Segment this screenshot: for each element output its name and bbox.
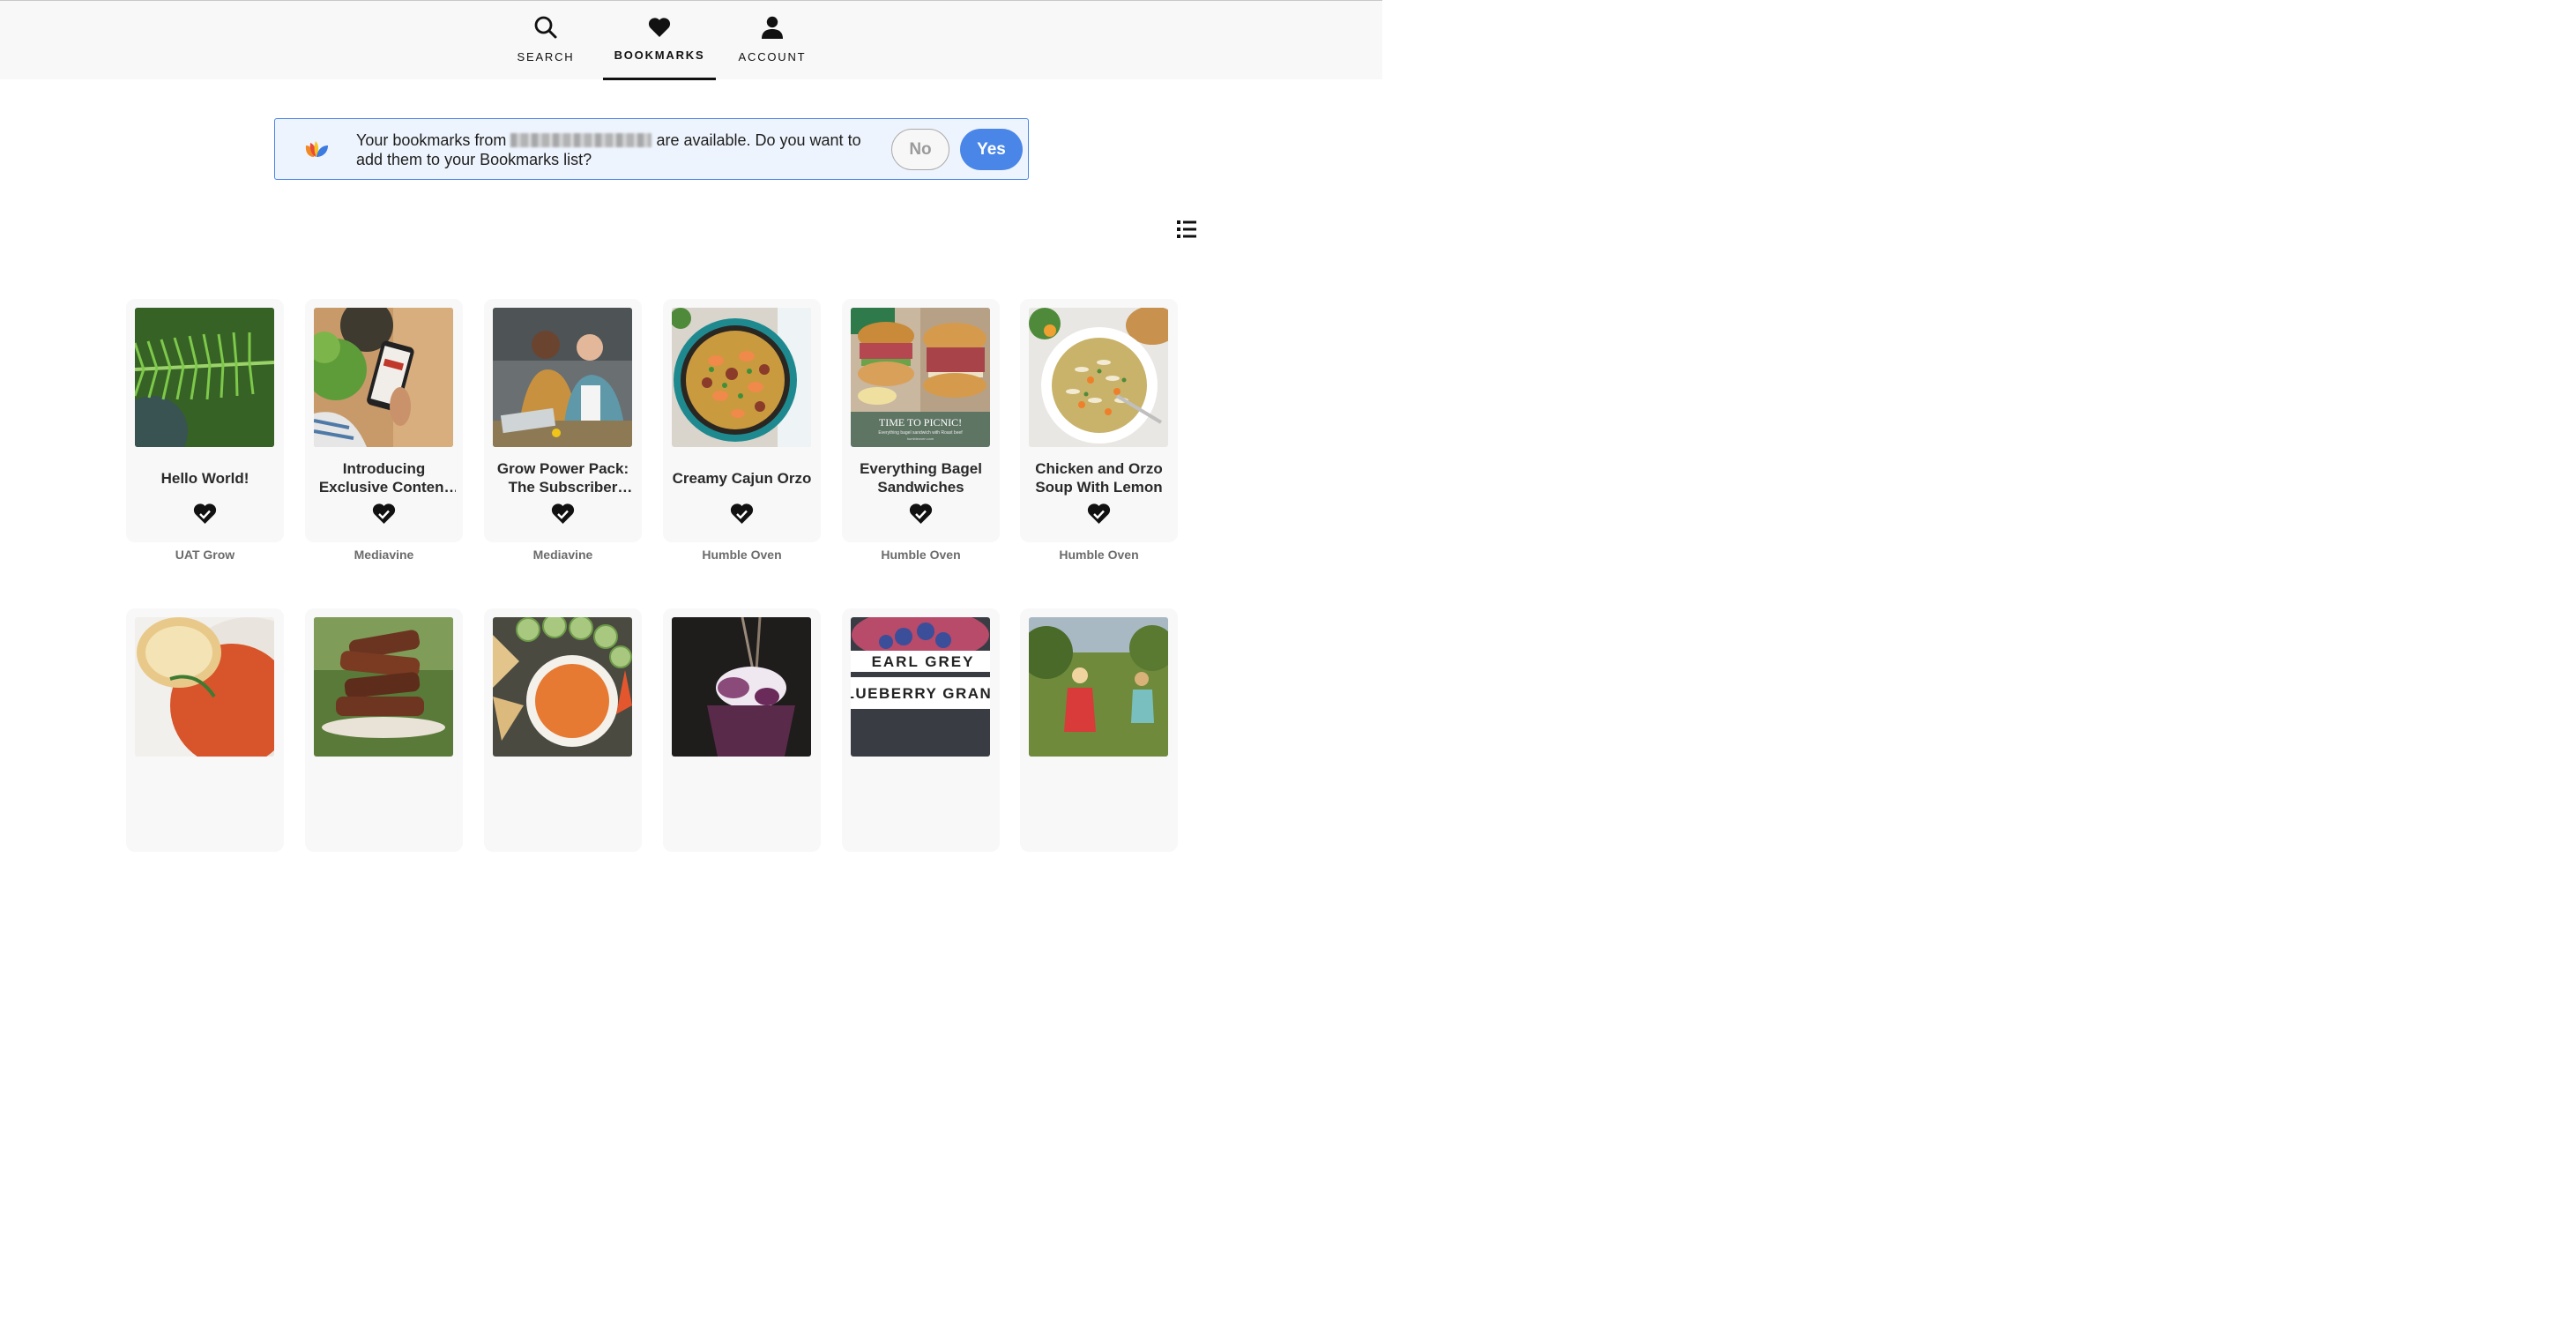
bookmark-card[interactable]: Chicken and Orzo Soup With Lemon — [1020, 299, 1178, 542]
bookmark-card[interactable] — [663, 608, 821, 852]
fern-thumbnail — [135, 308, 274, 447]
berry-ice-cream-thumbnail — [672, 617, 811, 757]
tab-account[interactable]: ACCOUNT — [716, 1, 829, 79]
redacted-site-name — [510, 133, 652, 147]
card-source: Mediavine — [354, 548, 414, 562]
earl-grey-granita-thumbnail: EARL GREY LUEBERRY GRANI — [851, 617, 990, 757]
bagel-sandwich-thumbnail: TIME TO PICNIC! Everything bagel sandwic… — [851, 308, 990, 447]
picnic-site-text: humbleoven.com — [907, 436, 934, 441]
card-source: Mediavine — [532, 548, 593, 562]
yes-button[interactable]: Yes — [960, 129, 1023, 170]
bookmark-card[interactable]: Introducing Exclusive Content for Subscr… — [305, 299, 463, 542]
two-men-laptop-thumbnail — [493, 308, 632, 447]
bookmarked-heart-icon[interactable] — [551, 503, 575, 525]
grow-logo-icon — [303, 138, 330, 162]
bookmarked-heart-icon[interactable] — [730, 503, 754, 525]
tab-bookmarks-label: BOOKMARKS — [614, 48, 705, 62]
bookmarked-heart-icon[interactable] — [1087, 503, 1111, 525]
tab-search-label: SEARCH — [517, 50, 575, 63]
bookmark-card[interactable]: Grow Power Pack: The Subscriber Experien… — [484, 299, 642, 542]
no-button[interactable]: No — [891, 129, 949, 170]
card-title: Chicken and Orzo Soup With Lemon — [1035, 460, 1163, 496]
active-tab-underline — [603, 78, 716, 80]
heart-icon — [648, 13, 671, 41]
hummus-platter-thumbnail — [493, 617, 632, 757]
bookmark-card[interactable]: TIME TO PICNIC! Everything bagel sandwic… — [842, 299, 1000, 542]
earl-grey-text-1: EARL GREY — [872, 653, 975, 670]
cajun-orzo-thumbnail — [672, 308, 811, 447]
import-bookmarks-banner: Your bookmarks from are available. Do yo… — [274, 118, 1029, 180]
tab-account-label: ACCOUNT — [738, 50, 807, 63]
bookmark-card[interactable] — [1020, 608, 1178, 852]
earl-grey-text-2: LUEBERRY GRANI — [851, 685, 990, 702]
grilled-meat-thumbnail — [314, 617, 453, 757]
phone-groceries-thumbnail — [314, 308, 453, 447]
bookmark-card[interactable]: Creamy Cajun Orzo — [663, 299, 821, 542]
bookmark-card[interactable] — [126, 608, 284, 852]
top-nav: SEARCH BOOKMARKS ACCOUNT — [0, 1, 1382, 80]
bookmarked-heart-icon[interactable] — [909, 503, 933, 525]
card-source: UAT Grow — [175, 548, 235, 562]
kids-in-field-thumbnail — [1029, 617, 1168, 757]
bookmarked-heart-icon[interactable] — [193, 503, 217, 525]
card-title: Hello World! — [160, 469, 249, 487]
bookmark-card[interactable] — [305, 608, 463, 852]
card-title: Grow Power Pack: The Subscriber Experien… — [496, 460, 629, 496]
banner-text-before: Your bookmarks from — [356, 131, 507, 149]
banner-message: Your bookmarks from are available. Do yo… — [356, 130, 867, 169]
card-title: Everything Bagel Sandwiches — [860, 460, 982, 496]
tab-search[interactable]: SEARCH — [489, 1, 602, 79]
card-source: Humble Oven — [1059, 548, 1139, 562]
search-icon — [533, 13, 558, 41]
bookmark-card[interactable]: Hello World! — [126, 299, 284, 542]
list-view-icon[interactable] — [1176, 219, 1197, 240]
bookmarked-heart-icon[interactable] — [372, 503, 396, 525]
chicken-orzo-soup-thumbnail — [1029, 308, 1168, 447]
card-source: Humble Oven — [702, 548, 782, 562]
card-source: Humble Oven — [881, 548, 961, 562]
person-icon — [760, 13, 785, 41]
tomato-soup-thumbnail — [135, 617, 274, 757]
picnic-sub-text: Everything bagel sandwich with Roast bee… — [878, 430, 963, 436]
bookmark-card[interactable] — [484, 608, 642, 852]
bookmark-card[interactable]: EARL GREY LUEBERRY GRANI — [842, 608, 1000, 852]
picnic-title-text: TIME TO PICNIC! — [879, 416, 962, 429]
card-title: Creamy Cajun Orzo — [672, 469, 812, 487]
card-title: Introducing Exclusive Content for Subscr… — [318, 460, 450, 496]
tab-bookmarks[interactable]: BOOKMARKS — [603, 1, 716, 80]
